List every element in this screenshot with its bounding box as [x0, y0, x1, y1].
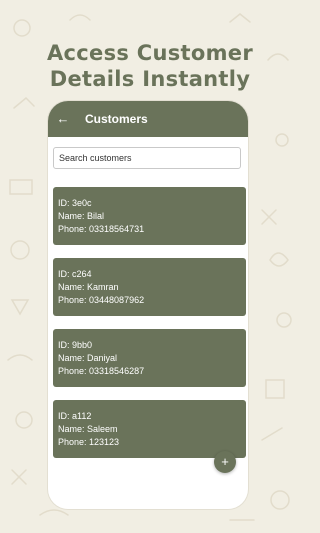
promo-headline: Access Customer Details Instantly: [0, 40, 300, 92]
phone-screen: ← Customers ID: 3e0c Name: Bilal Phone: …: [48, 101, 248, 509]
customer-card[interactable]: ID: 9bb0 Name: Daniyal Phone: 0331854628…: [53, 329, 246, 387]
customer-id: ID: a112: [58, 411, 92, 421]
app-bar: ← Customers: [48, 101, 248, 137]
customer-phone: Phone: 03318564731: [58, 224, 145, 234]
add-customer-button[interactable]: +: [214, 451, 236, 473]
customer-card[interactable]: ID: a112 Name: Saleem Phone: 123123: [53, 400, 246, 458]
customer-phone: Phone: 03448087962: [58, 295, 145, 305]
customer-phone: Phone: 03318546287: [58, 366, 145, 376]
customer-id: ID: 9bb0: [58, 340, 93, 350]
promo-headline-line-2: Details Instantly: [49, 67, 251, 91]
arrow-left-icon: ←: [56, 111, 70, 126]
search-input[interactable]: [53, 147, 241, 169]
promo-headline-line-1: Access Customer: [46, 41, 253, 65]
customer-phone: Phone: 123123: [58, 437, 120, 447]
customer-name: Name: Bilal: [58, 211, 105, 221]
page-title: Customers: [85, 112, 148, 126]
customer-card[interactable]: ID: 3e0c Name: Bilal Phone: 03318564731: [53, 187, 246, 245]
customer-id: ID: 3e0c: [58, 198, 92, 208]
back-button[interactable]: ←: [54, 110, 72, 128]
plus-icon: +: [221, 454, 229, 469]
customer-id: ID: c264: [58, 269, 92, 279]
customer-name: Name: Kamran: [58, 282, 119, 292]
customer-name: Name: Daniyal: [58, 353, 118, 363]
customer-card[interactable]: ID: c264 Name: Kamran Phone: 03448087962: [53, 258, 246, 316]
customer-name: Name: Saleem: [58, 424, 118, 434]
